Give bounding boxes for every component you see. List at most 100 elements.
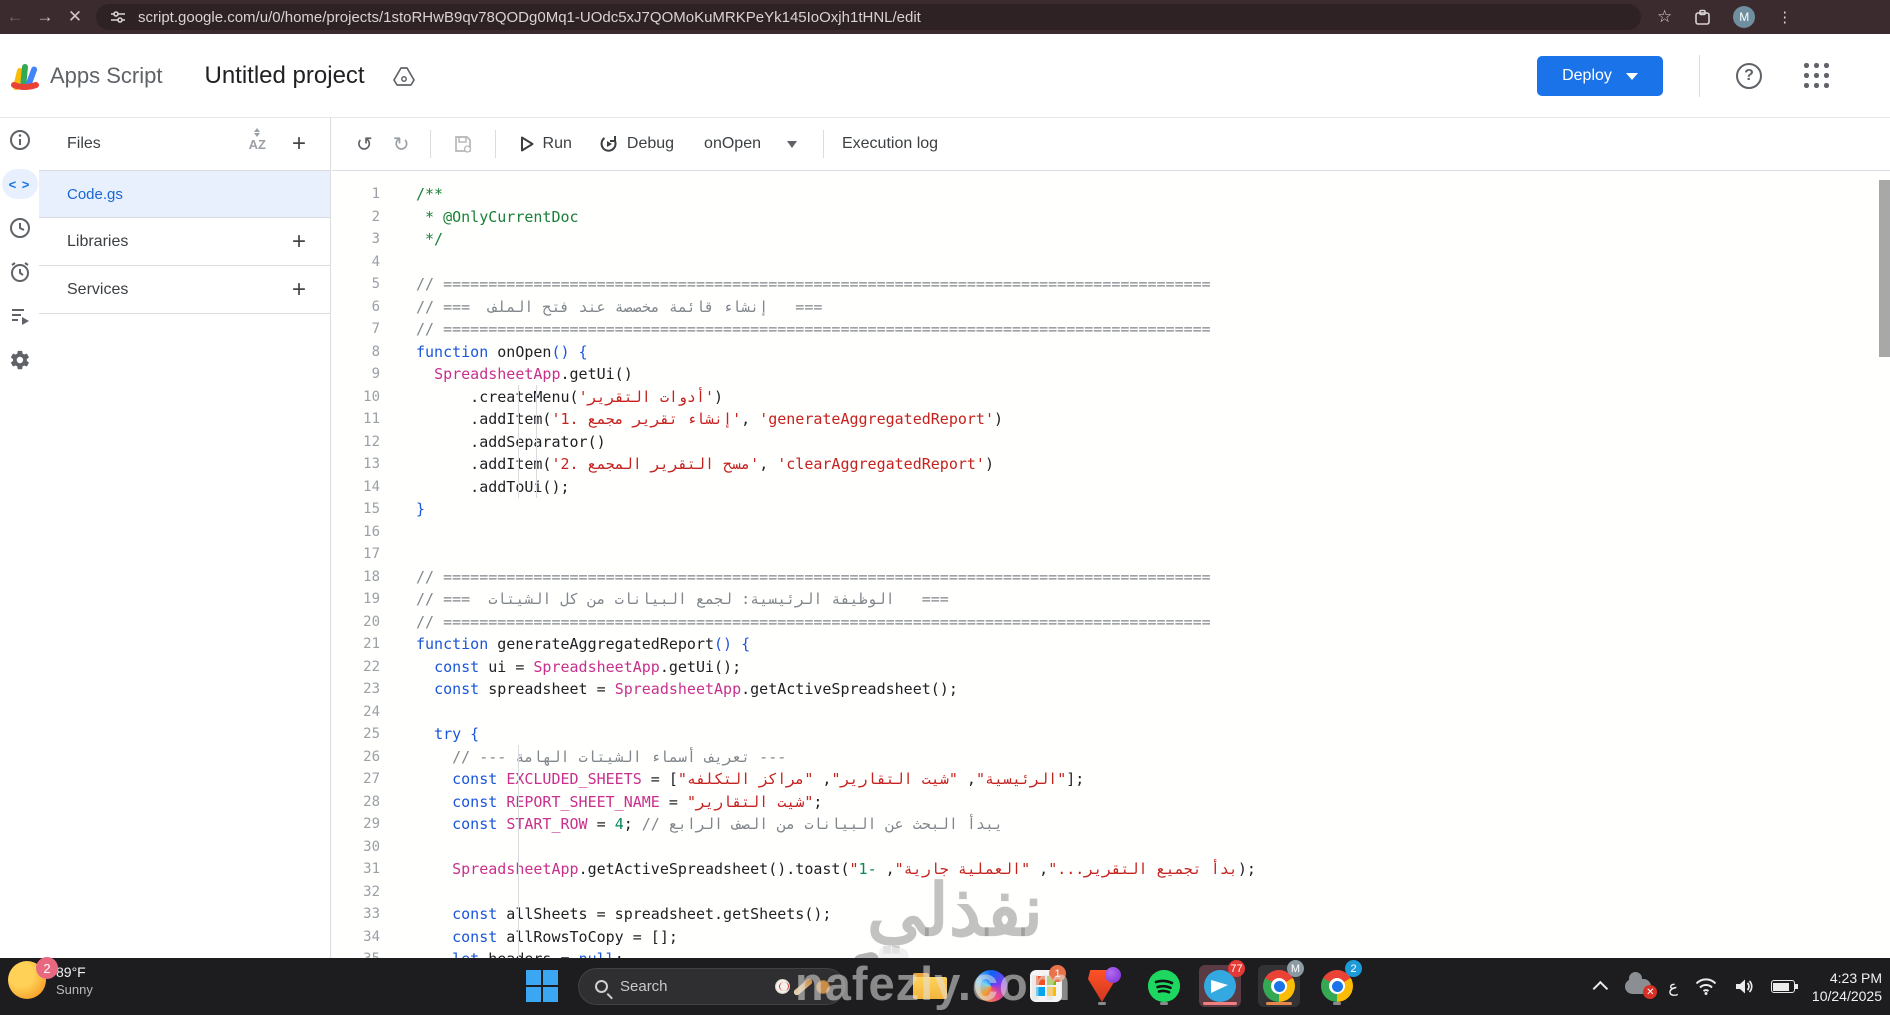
spotify-icon[interactable] bbox=[1143, 965, 1185, 1007]
code-line[interactable]: * @OnlyCurrentDoc bbox=[416, 206, 1870, 229]
function-select[interactable]: onOpen bbox=[704, 135, 797, 153]
profile-avatar[interactable]: M bbox=[1733, 6, 1756, 28]
executions-icon[interactable] bbox=[0, 294, 39, 338]
overview-icon[interactable] bbox=[0, 118, 39, 162]
code-line[interactable]: SpreadsheetApp.getActiveSpreadsheet().to… bbox=[416, 858, 1870, 881]
code-line[interactable]: } bbox=[416, 498, 1870, 521]
file-label: Code.gs bbox=[67, 185, 123, 203]
code-lines[interactable]: /** * @OnlyCurrentDoc */ // =============… bbox=[416, 183, 1870, 958]
code-line[interactable] bbox=[416, 881, 1870, 904]
editor-icon[interactable]: < > bbox=[0, 162, 39, 206]
add-library-icon[interactable]: + bbox=[292, 229, 306, 254]
code-line[interactable]: // --- تعريف أسماء الشيتات الهامة --- bbox=[416, 746, 1870, 769]
debug-button[interactable]: Debug bbox=[600, 135, 674, 153]
code-line[interactable]: /** bbox=[416, 183, 1870, 206]
execution-log-button[interactable]: Execution log bbox=[842, 135, 938, 153]
code-line[interactable] bbox=[416, 836, 1870, 859]
baseball-icon bbox=[775, 979, 790, 994]
workspace: < > Files AZ + Code.gs Libraries + Servi bbox=[0, 118, 1890, 958]
google-apps-grid-icon[interactable] bbox=[1804, 63, 1830, 89]
project-settings-icon[interactable] bbox=[0, 338, 39, 382]
chrome-profile-2-icon[interactable]: 2 bbox=[1316, 960, 1362, 1007]
project-history-icon[interactable] bbox=[0, 206, 39, 250]
code-line[interactable]: // === إنشاء قائمة مخصصة عند فتح الملف =… bbox=[416, 296, 1870, 319]
code-line[interactable]: const spreadsheet = SpreadsheetApp.getAc… bbox=[416, 678, 1870, 701]
libraries-section[interactable]: Libraries + bbox=[39, 218, 330, 266]
code-line[interactable]: .addItem('2. مسح التقرير المجمع', 'clear… bbox=[416, 453, 1870, 476]
code-line[interactable] bbox=[416, 521, 1870, 544]
indent-guide bbox=[518, 385, 519, 498]
back-icon[interactable]: ← bbox=[0, 7, 30, 27]
code-line[interactable]: // =====================================… bbox=[416, 611, 1870, 634]
code-line[interactable]: .addItem('1. إنشاء تقرير مجمع', 'generat… bbox=[416, 408, 1870, 431]
code-line[interactable]: const START_ROW = 4; // يبدأ البحث عن ال… bbox=[416, 813, 1870, 836]
wifi-icon[interactable] bbox=[1695, 978, 1717, 995]
brave-icon[interactable] bbox=[1081, 965, 1123, 1007]
code-editor[interactable]: 1 2 3 4 5 6 7 8 9 10 11 12 13 14 15 16 17 18 19 20 21 22 23 24 2… bbox=[332, 171, 1890, 958]
code-line[interactable]: function generateAggregatedReport() { bbox=[416, 633, 1870, 656]
file-item-codegs[interactable]: Code.gs bbox=[39, 171, 330, 218]
save-icon[interactable] bbox=[453, 134, 473, 154]
code-line[interactable] bbox=[416, 543, 1870, 566]
copilot-icon[interactable] bbox=[970, 965, 1012, 1007]
sort-az-icon[interactable]: AZ bbox=[249, 127, 266, 152]
start-button[interactable] bbox=[521, 965, 563, 1007]
code-line[interactable]: const EXCLUDED_SHEETS = ["الرئيسية", "شي… bbox=[416, 768, 1870, 791]
run-button[interactable]: Run bbox=[520, 135, 572, 153]
battery-icon[interactable] bbox=[1770, 980, 1798, 993]
help-icon[interactable]: ? bbox=[1736, 63, 1762, 89]
onedrive-error-icon[interactable]: ✕ bbox=[1625, 972, 1658, 999]
deploy-button[interactable]: Deploy bbox=[1537, 56, 1663, 96]
volume-icon[interactable] bbox=[1734, 978, 1754, 995]
extensions-icon[interactable] bbox=[1694, 9, 1711, 26]
code-line[interactable]: try { bbox=[416, 723, 1870, 746]
app-name[interactable]: Apps Script bbox=[50, 63, 163, 89]
header-divider bbox=[1699, 55, 1700, 97]
code-line[interactable]: .addSeparator() bbox=[416, 431, 1870, 454]
editor-scrollbar[interactable] bbox=[1879, 180, 1890, 357]
code-line[interactable]: // === الوظيفة الرئيسية: لجمع البيانات م… bbox=[416, 588, 1870, 611]
code-line[interactable]: const REPORT_SHEET_NAME = "شيت التقارير"… bbox=[416, 791, 1870, 814]
debug-icon bbox=[600, 136, 617, 152]
undo-icon[interactable]: ↺ bbox=[356, 132, 373, 157]
code-line[interactable] bbox=[416, 251, 1870, 274]
forward-icon[interactable]: → bbox=[30, 7, 60, 27]
services-section[interactable]: Services + bbox=[39, 266, 330, 314]
site-settings-icon[interactable] bbox=[110, 9, 126, 25]
address-bar[interactable]: script.google.com/u/0/home/projects/1sto… bbox=[96, 4, 1641, 30]
taskbar-search[interactable]: Search bbox=[578, 968, 845, 1005]
code-line[interactable]: const allRowsToCopy = []; bbox=[416, 926, 1870, 949]
project-title[interactable]: Untitled project bbox=[205, 62, 365, 90]
indent-guide bbox=[536, 385, 537, 498]
code-line[interactable]: */ bbox=[416, 228, 1870, 251]
code-line[interactable]: SpreadsheetApp.getUi() bbox=[416, 363, 1870, 386]
add-service-icon[interactable]: + bbox=[292, 277, 306, 302]
run-label: Run bbox=[542, 135, 572, 152]
weather-widget[interactable]: 2 89°F Sunny bbox=[8, 957, 93, 999]
bookmark-star-icon[interactable]: ☆ bbox=[1657, 7, 1672, 27]
code-line[interactable]: const ui = SpreadsheetApp.getUi(); bbox=[416, 656, 1870, 679]
language-indicator[interactable]: ع bbox=[1668, 977, 1678, 997]
code-line[interactable]: .addToUi(); bbox=[416, 476, 1870, 499]
telegram-icon[interactable]: 77 bbox=[1199, 960, 1245, 1007]
code-line[interactable]: .createMenu('أدوات التقرير') bbox=[416, 386, 1870, 409]
code-line[interactable]: // =====================================… bbox=[416, 566, 1870, 589]
chrome-profile-m-icon[interactable]: M bbox=[1258, 960, 1304, 1007]
code-line[interactable]: // =====================================… bbox=[416, 273, 1870, 296]
code-line[interactable]: let headers = null; bbox=[416, 948, 1870, 958]
code-line[interactable]: const allSheets = spreadsheet.getSheets(… bbox=[416, 903, 1870, 926]
code-line[interactable] bbox=[416, 701, 1870, 724]
search-icon bbox=[595, 980, 608, 993]
tray-chevron-icon[interactable] bbox=[1592, 980, 1609, 997]
chrome2-profile-badge: 2 bbox=[1345, 960, 1362, 977]
taskbar-clock[interactable]: 4:23 PM 10/24/2025 bbox=[1812, 969, 1882, 1005]
file-explorer-icon[interactable] bbox=[909, 965, 951, 1007]
add-file-icon[interactable]: + bbox=[292, 132, 306, 156]
microsoft-store-icon[interactable]: 1 bbox=[1025, 965, 1067, 1007]
code-line[interactable]: // =====================================… bbox=[416, 318, 1870, 341]
redo-icon[interactable]: ↻ bbox=[393, 132, 410, 157]
stop-reload-icon[interactable]: ✕ bbox=[60, 7, 90, 27]
code-line[interactable]: function onOpen() { bbox=[416, 341, 1870, 364]
triggers-icon[interactable] bbox=[0, 250, 39, 294]
browser-menu-icon[interactable]: ⋮ bbox=[1777, 8, 1792, 26]
